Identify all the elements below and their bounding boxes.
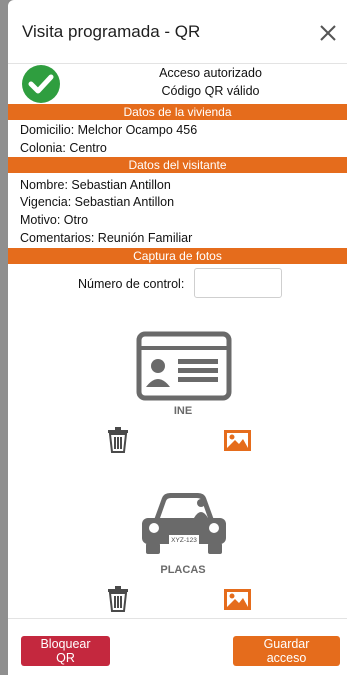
status-qr-valid: Código QR válido [161,84,260,98]
car-icon[interactable]: XYZ-123 [138,488,230,556]
status-authorized: Acceso autorizado [159,66,262,80]
modal-title: Visita programada - QR [22,22,201,41]
vigencia-text: Vigencia: Sebastian Antillon [20,195,175,209]
modal-header: Visita programada - QR [8,0,347,64]
control-number-input[interactable] [194,268,282,298]
trash-icon[interactable] [107,586,129,612]
section-vivienda: Datos de la vivienda [8,104,347,120]
page-backdrop [0,0,8,675]
domicilio-text: Domicilio: Melchor Ocampo 456 [20,123,198,137]
comentarios-text: Comentarios: Reunión Familiar [20,231,193,245]
trash-icon[interactable] [107,427,129,453]
id-card-icon[interactable] [136,331,232,401]
close-icon[interactable] [315,20,341,46]
section-visitante: Datos del visitante [8,157,347,173]
ine-caption: INE [173,405,193,417]
image-icon[interactable] [224,430,251,451]
block-qr-button[interactable]: Bloquear QR [21,636,110,666]
plate-text: XYZ-123 [171,537,197,544]
colonia-text: Colonia: Centro [20,141,107,155]
placas-caption: PLACAS [160,564,206,576]
section-fotos: Captura de fotos [8,248,347,264]
control-number-label: Número de control: [78,277,185,291]
nombre-text: Nombre: Sebastian Antillon [20,178,171,192]
qr-visit-modal: Visita programada - QR Acceso autorizado… [8,0,347,675]
motivo-text: Motivo: Otro [20,213,89,227]
save-access-button[interactable]: Guardar acceso [233,636,340,666]
image-icon[interactable] [224,589,251,610]
